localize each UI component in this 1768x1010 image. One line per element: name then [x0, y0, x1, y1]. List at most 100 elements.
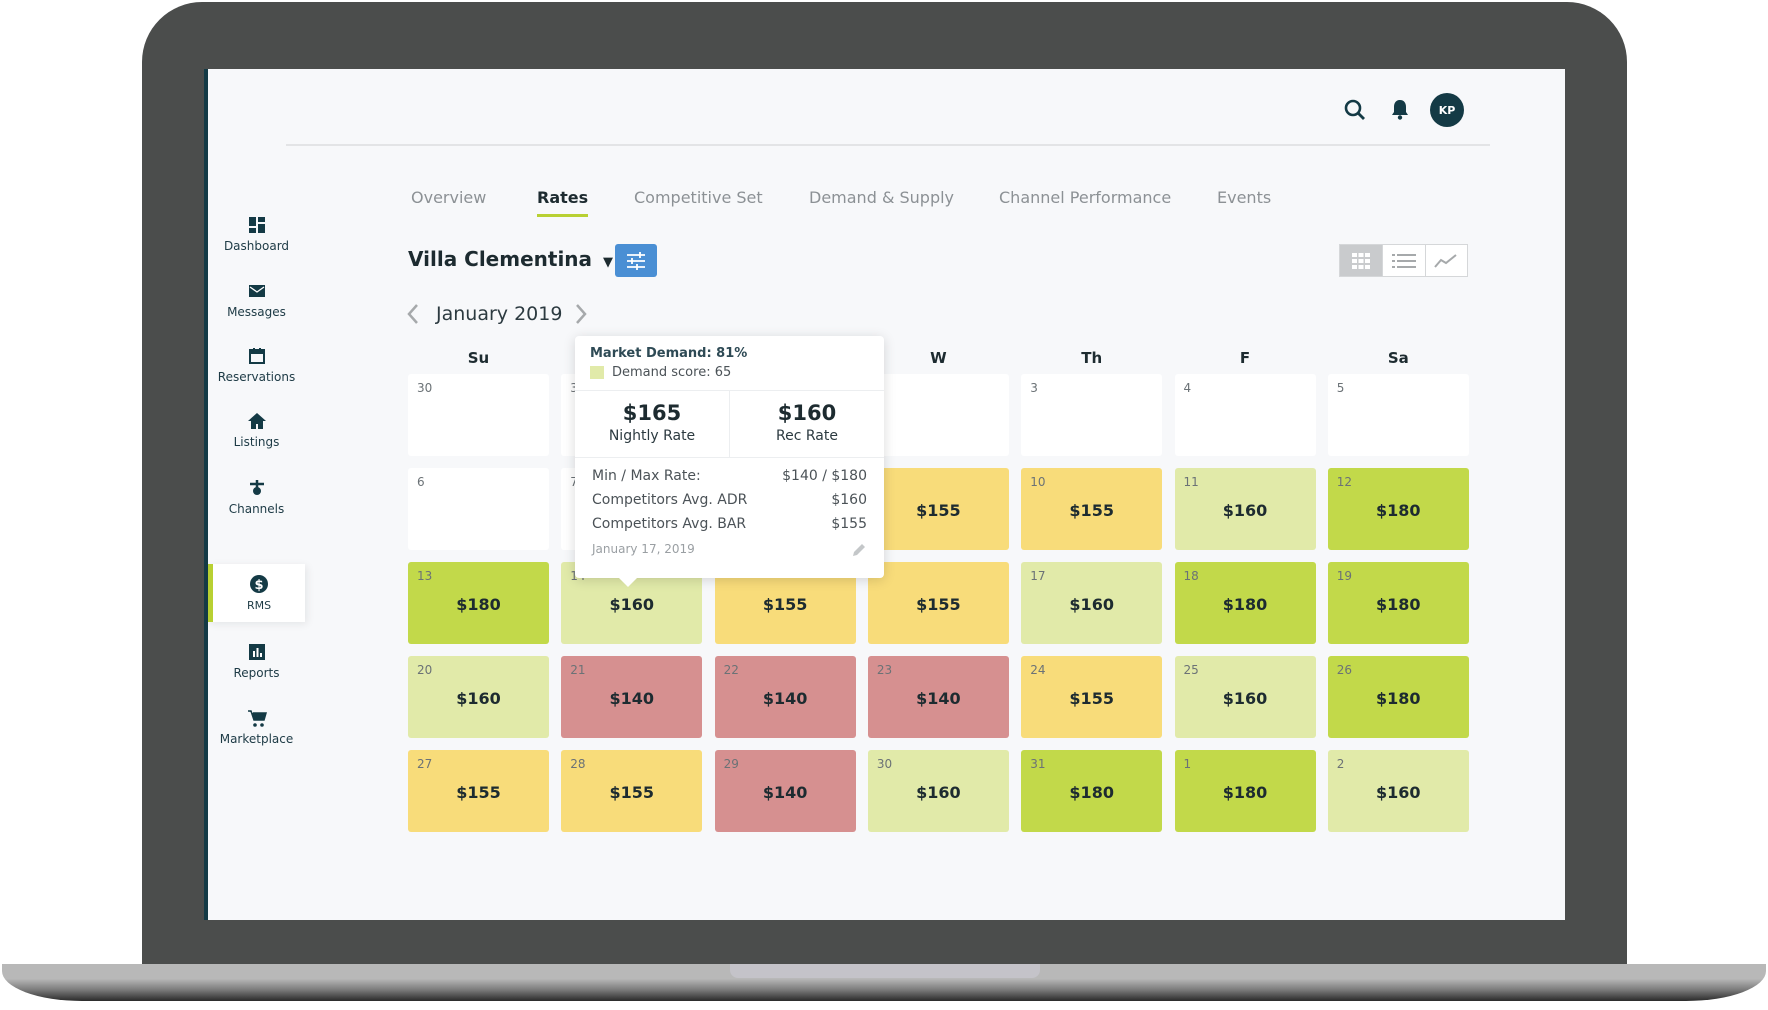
calendar-icon: [248, 348, 265, 364]
envelope-icon: [248, 285, 265, 297]
calendar-day-cell[interactable]: 31 $180: [1021, 750, 1163, 832]
calendar-day-cell[interactable]: 19 $180: [1327, 562, 1469, 644]
calendar-day-cell[interactable]: 18 $180: [1174, 562, 1316, 644]
market-demand: Market Demand: 81%: [590, 346, 748, 361]
calendar-day-cell[interactable]: 25 $160: [1174, 656, 1316, 738]
calendar-day-cell[interactable]: 13 $180: [408, 562, 549, 644]
day-number: 17: [1030, 569, 1046, 583]
calendar-day-cell[interactable]: [867, 374, 1009, 456]
day-price: $180: [1222, 783, 1268, 802]
day-price: $140: [762, 689, 808, 708]
sidebar-item-messages[interactable]: Messages: [208, 281, 305, 319]
row-label: Min / Max Rate:: [592, 468, 701, 484]
calendar-day-cell[interactable]: 30 $160: [867, 750, 1009, 832]
sidebar-item-reports[interactable]: Reports: [208, 642, 305, 680]
list-icon: [1392, 253, 1416, 268]
calendar-day-cell[interactable]: 6: [408, 468, 549, 550]
calendar-day-cell[interactable]: $155: [867, 562, 1009, 644]
tab-competitive-set[interactable]: Competitive Set: [634, 188, 763, 207]
calendar-day-cell[interactable]: 4: [1174, 374, 1316, 456]
edit-pencil-icon[interactable]: [851, 542, 867, 558]
day-number: 25: [1183, 663, 1199, 677]
day-price: $180: [1376, 501, 1421, 520]
day-price: $140: [762, 783, 808, 802]
day-price: $180: [1376, 595, 1421, 614]
tab-channel-performance[interactable]: Channel Performance: [999, 188, 1171, 207]
calendar-day-cell[interactable]: 30: [408, 374, 549, 456]
bar-chart-icon: [248, 644, 265, 660]
calendar-day-cell[interactable]: 5: [1327, 374, 1469, 456]
tab-events[interactable]: Events: [1217, 188, 1271, 207]
day-price: $155: [762, 595, 808, 614]
home-icon: [247, 413, 266, 429]
calendar-day-cell[interactable]: 27 $155: [408, 750, 549, 832]
calendar-day-cell[interactable]: 22 $140: [714, 656, 856, 738]
tab-demand-supply[interactable]: Demand & Supply: [809, 188, 954, 207]
day-price: $155: [916, 501, 961, 520]
row-label: Competitors Avg. ADR: [592, 492, 748, 508]
calendar-day-cell[interactable]: 2 $160: [1327, 750, 1469, 832]
sidebar-item-dashboard[interactable]: Dashboard: [208, 215, 305, 253]
next-month-chevron-icon[interactable]: [574, 303, 588, 325]
sidebar-item-listings[interactable]: Listings: [208, 411, 305, 449]
calendar-day-cell[interactable]: 12 $180: [1327, 468, 1469, 550]
filter-button[interactable]: [615, 244, 657, 277]
day-number: 20: [417, 663, 433, 677]
day-number: 3: [1030, 381, 1038, 395]
calendar-day-cell[interactable]: 3: [1021, 374, 1163, 456]
calendar-day-cell[interactable]: 1 $180: [1174, 750, 1316, 832]
calendar-day-cell[interactable]: 17 $160: [1021, 562, 1163, 644]
tooltip-row: Min / Max Rate: $140 / $180: [592, 468, 867, 484]
dollar-icon: $: [250, 575, 268, 593]
channels-icon: [249, 480, 264, 495]
prev-month-chevron-icon[interactable]: [406, 303, 420, 325]
nightly-rate-label: Nightly Rate: [608, 428, 696, 444]
day-price: $155: [1069, 501, 1114, 520]
calendar-view-button[interactable]: [1340, 245, 1383, 276]
property-name: Villa Clementina: [408, 247, 593, 271]
day-price: $180: [1069, 783, 1114, 802]
chart-view-button[interactable]: [1424, 245, 1467, 276]
day-number: 11: [1183, 475, 1199, 489]
sidebar-item-label: Dashboard: [223, 239, 290, 253]
weekday-label: Su: [467, 349, 490, 367]
day-number: 1: [1183, 757, 1192, 771]
calendar-day-cell[interactable]: $155: [867, 468, 1009, 550]
calendar-day-cell[interactable]: 26 $180: [1327, 656, 1469, 738]
weekday-label: Th: [1081, 349, 1103, 367]
day-number: 29: [723, 757, 739, 771]
calendar-day-cell[interactable]: 28 $155: [561, 750, 703, 832]
sidebar-item-label: Reports: [233, 666, 280, 680]
list-view-button[interactable]: [1382, 245, 1424, 276]
day-price: $160: [609, 595, 655, 614]
sidebar-item-label: Channels: [228, 502, 285, 516]
calendar-day-cell[interactable]: 24 $155: [1021, 656, 1163, 738]
row-value: $155: [831, 516, 867, 532]
calendar-day-cell[interactable]: 11 $160: [1174, 468, 1316, 550]
day-price: $180: [456, 595, 501, 614]
calendar-day-cell[interactable]: 29 $140: [714, 750, 856, 832]
day-price: $155: [456, 783, 501, 802]
calendar-day-cell[interactable]: 21 $140: [561, 656, 703, 738]
day-number: 2: [1336, 757, 1345, 771]
sidebar-item-label: RMS: [246, 599, 272, 612]
sidebar-item-rms[interactable]: $ RMS: [208, 564, 305, 622]
day-price: $155: [609, 783, 655, 802]
user-avatar[interactable]: KP: [1430, 93, 1464, 127]
day-number: 12: [1336, 475, 1353, 489]
row-label: Competitors Avg. BAR: [592, 516, 747, 532]
search-icon[interactable]: [1343, 98, 1367, 122]
property-selector[interactable]: Villa Clementina ▼: [408, 247, 613, 271]
sidebar-item-reservations[interactable]: Reservations: [208, 346, 305, 384]
day-price: $140: [916, 689, 961, 708]
sidebar-item-channels[interactable]: Channels: [208, 478, 305, 516]
tab-rates[interactable]: Rates: [537, 188, 589, 217]
calendar-day-cell[interactable]: 10 $155: [1021, 468, 1163, 550]
weekday-label: F: [1239, 349, 1251, 367]
sidebar-item-marketplace[interactable]: Marketplace: [208, 708, 305, 746]
calendar-day-cell[interactable]: 23 $140: [867, 656, 1009, 738]
calendar-day-cell[interactable]: 20 $160: [408, 656, 549, 738]
tab-overview[interactable]: Overview: [411, 188, 486, 207]
tooltip-row: Competitors Avg. BAR $155: [592, 516, 867, 532]
bell-icon[interactable]: [1388, 97, 1412, 121]
